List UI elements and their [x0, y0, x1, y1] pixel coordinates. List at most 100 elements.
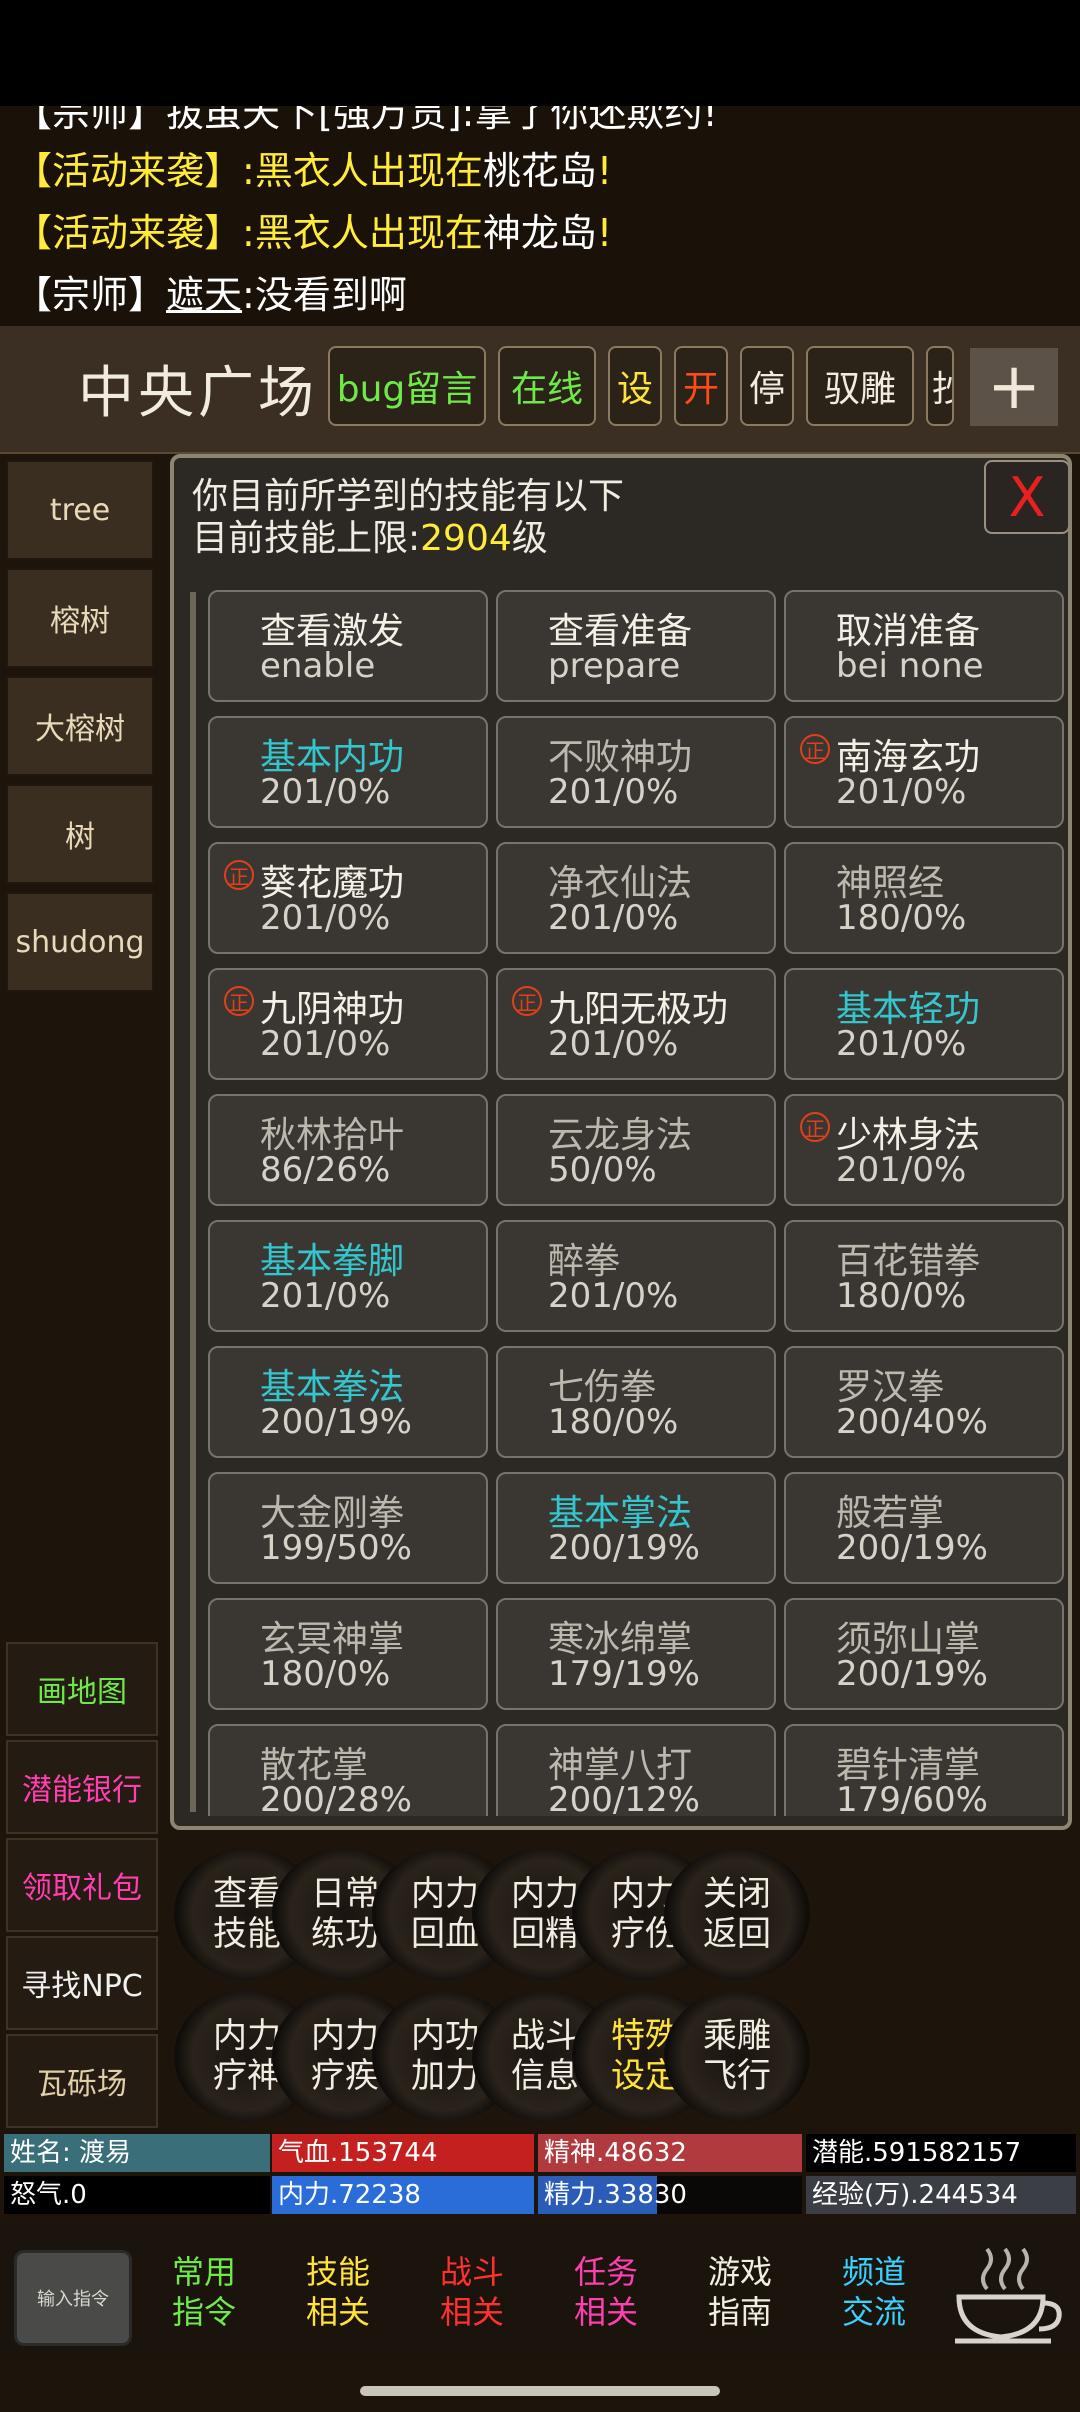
skill-level: 201/0% [260, 1276, 391, 1316]
skill-cell[interactable]: 基本拳法 200/19% [208, 1346, 488, 1458]
nav-item[interactable]: 常用 指令 [140, 2222, 268, 2362]
skill-cell[interactable]: 玄冥神掌 180/0% [208, 1598, 488, 1710]
action-button-label: 日常 练功 [311, 1874, 379, 1954]
action-button-label: 战斗 信息 [511, 2016, 579, 2096]
sidebar-tab-big-banyan[interactable]: 大榕树 [6, 676, 154, 776]
skill-cell[interactable]: 正南海玄功 201/0% [784, 716, 1064, 828]
skill-cell[interactable]: 正九阴神功 201/0% [208, 968, 488, 1080]
plus-icon[interactable]: + [970, 348, 1058, 426]
skill-cell[interactable]: 碧针清掌 179/60% [784, 1724, 1064, 1816]
action-label-line2: 练功 [311, 1914, 379, 1954]
chat-text: ! [596, 149, 613, 193]
skill-cell[interactable]: 云龙身法 50/0% [496, 1094, 776, 1206]
orthodox-badge-icon: 正 [224, 860, 254, 890]
sidebar-tab-shudong[interactable]: shudong [6, 892, 154, 992]
action-label-line2: 加力 [411, 2056, 479, 2096]
skill-cell[interactable]: 秋林拾叶 86/26% [208, 1094, 488, 1206]
action-label-line1: 内力 [311, 2016, 379, 2056]
action-button-label: 内力 回精 [511, 1874, 579, 1954]
skill-level: 200/19% [548, 1528, 700, 1568]
skill-cell[interactable]: 正九阳无极功 201/0% [496, 968, 776, 1080]
skill-cell[interactable]: 般若掌 200/19% [784, 1472, 1064, 1584]
action-label-line2: 返回 [703, 1914, 771, 1954]
online-button[interactable]: 在线 [498, 346, 596, 426]
chat-line: 【活动来袭】:黑衣人出现在神龙岛! [14, 208, 612, 258]
skill-cell[interactable]: 大金刚拳 199/50% [208, 1472, 488, 1584]
skill-cell[interactable]: 基本掌法 200/19% [496, 1472, 776, 1584]
skill-cell[interactable]: 不败神功 201/0% [496, 716, 776, 828]
action-button[interactable]: 乘雕 飞行 [664, 1990, 810, 2122]
skill-cell[interactable]: 罗汉拳 200/40% [784, 1346, 1064, 1458]
action-button-label: 内力 疗疾 [311, 2016, 379, 2096]
claim-gift-button[interactable]: 领取礼包 [6, 1838, 158, 1932]
ride-eagle-button[interactable]: 驭雕 [806, 346, 914, 426]
skill-cell[interactable]: 百花错拳 180/0% [784, 1220, 1064, 1332]
nav-label-line1: 技能 [305, 2253, 370, 2291]
action-label-line2: 技能 [213, 1914, 281, 1954]
skill-level: 50/0% [548, 1150, 657, 1190]
skill-cell[interactable]: 基本内功 201/0% [208, 716, 488, 828]
action-button[interactable]: 关闭 返回 [664, 1848, 810, 1980]
nav-item[interactable]: 频道 交流 [810, 2222, 938, 2362]
skill-cell[interactable]: 正少林身法 201/0% [784, 1094, 1064, 1206]
start-button[interactable]: 开 [674, 346, 728, 426]
chat-log[interactable]: 【宗师】拔虽天下[强万贯]:拿了你还欺约! 【活动来袭】:黑衣人出现在桃花岛! … [0, 106, 1080, 326]
nav-item[interactable]: 任务 相关 [542, 2222, 670, 2362]
chat-text: ! [596, 211, 613, 255]
skill-cell[interactable]: 寒冰绵掌 179/19% [496, 1598, 776, 1710]
skill-level: 86/26% [260, 1150, 391, 1190]
skill-cell[interactable]: 须弥山掌 200/19% [784, 1598, 1064, 1710]
chat-text: :黑衣人出现在 [242, 211, 483, 255]
bug-report-button[interactable]: bug留言 [328, 346, 486, 426]
enable-view-button[interactable]: 查看激发 enable [208, 590, 488, 702]
close-icon[interactable]: X [984, 460, 1068, 534]
chat-line: 【宗师】遮天:没看到啊 [14, 270, 407, 320]
sidebar-tab-tree[interactable]: tree [6, 460, 154, 560]
skill-level: 179/19% [548, 1654, 700, 1694]
nav-item[interactable]: 技能 相关 [274, 2222, 402, 2362]
skill-cell[interactable]: 散花掌 200/28% [208, 1724, 488, 1816]
stat-potential: 潜能.591582157 [806, 2134, 1076, 2172]
skill-cell[interactable]: 基本拳脚 201/0% [208, 1220, 488, 1332]
stat-rage: 怒气.0 [4, 2176, 270, 2214]
chat-player-link[interactable]: 遮天 [166, 273, 242, 317]
skill-cell[interactable]: 神照经 180/0% [784, 842, 1064, 954]
skill-level: 179/60% [836, 1780, 988, 1816]
prepare-view-button[interactable]: 查看准备 prepare [496, 590, 776, 702]
skill-cell[interactable]: 七伤拳 180/0% [496, 1346, 776, 1458]
skill-cell[interactable]: 神掌八打 200/12% [496, 1724, 776, 1816]
potential-bank-button[interactable]: 潜能银行 [6, 1740, 158, 1834]
scrollbar[interactable] [190, 592, 196, 1812]
sidebar-tab-banyan[interactable]: 榕树 [6, 568, 154, 668]
skill-level: 200/28% [260, 1780, 412, 1816]
keyboard-icon[interactable]: 输入指令 [14, 2250, 132, 2346]
skill-cell[interactable]: 醉拳 201/0% [496, 1220, 776, 1332]
chat-channel: 【活动来袭】 [14, 149, 243, 193]
settings-button[interactable]: 设 [608, 346, 662, 426]
nav-item[interactable]: 游戏 指南 [676, 2222, 804, 2362]
skills-dialog: 你目前所学到的技能有以下 目前技能上限:2904级 X 查看激发 enable … [170, 454, 1072, 1830]
find-npc-button[interactable]: 寻找NPC [6, 1936, 158, 2030]
skill-level: 199/50% [260, 1528, 412, 1568]
stat-hp-bar: 气血.153744 [272, 2134, 534, 2172]
draw-map-button[interactable]: 画地图 [6, 1642, 158, 1736]
skill-level: 200/19% [836, 1654, 988, 1694]
action-label-line1: 日常 [311, 1874, 379, 1914]
action-sublabel: bei none [836, 646, 984, 686]
skill-cell[interactable]: 正葵花魔功 201/0% [208, 842, 488, 954]
home-indicator[interactable] [360, 2386, 720, 2396]
more-button[interactable]: 抄 [926, 346, 954, 426]
rubble-field-button[interactable]: 瓦砾场 [6, 2034, 158, 2128]
skill-cell[interactable]: 净衣仙法 201/0% [496, 842, 776, 954]
skill-cell[interactable]: 基本轻功 201/0% [784, 968, 1064, 1080]
action-label-line1: 内力 [511, 1874, 579, 1914]
nav-item[interactable]: 战斗 相关 [408, 2222, 536, 2362]
cancel-prepare-button[interactable]: 取消准备 bei none [784, 590, 1064, 702]
stop-button[interactable]: 停 [740, 346, 794, 426]
chat-text: :黑衣人出现在 [242, 149, 483, 193]
tea-cup-icon[interactable] [944, 2240, 1070, 2350]
skill-level: 201/0% [548, 1276, 679, 1316]
nav-label-line2: 相关 [439, 2293, 504, 2331]
skills-info: 你目前所学到的技能有以下 目前技能上限:2904级 [192, 476, 624, 560]
sidebar-tab-tree-cn[interactable]: 树 [6, 784, 154, 884]
